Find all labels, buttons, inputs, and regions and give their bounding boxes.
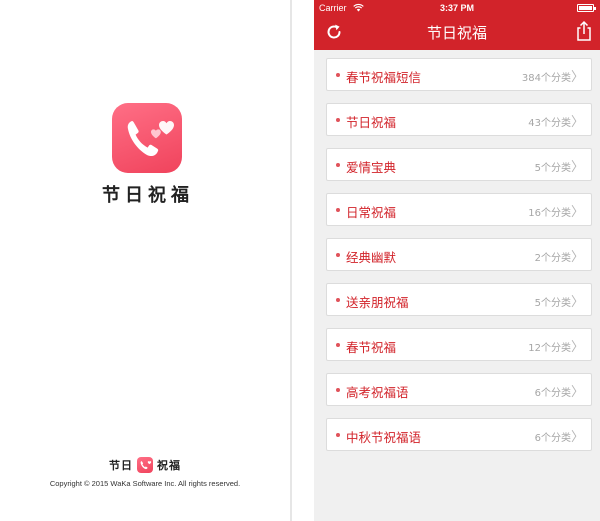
category-row[interactable]: 中秋节祝福语 6个分类 〉 xyxy=(326,418,592,451)
category-row[interactable]: 日常祝福 16个分类 〉 xyxy=(326,193,592,226)
footer-logo-right: 祝福 xyxy=(157,459,181,472)
chevron-right-icon: 〉 xyxy=(570,430,584,445)
battery-icon xyxy=(577,4,596,12)
category-row[interactable]: 高考祝福语 6个分类 〉 xyxy=(326,373,592,406)
app-name: 节日祝福 xyxy=(102,185,194,206)
category-count: 384个分类 xyxy=(521,73,571,84)
category-row[interactable]: 经典幽默 2个分类 〉 xyxy=(326,238,592,271)
category-count: 5个分类 xyxy=(534,163,571,174)
category-title: 春节祝福短信 xyxy=(346,70,422,85)
status-bar: Carrier 3:37 PM xyxy=(314,0,600,16)
category-title: 爱情宝典 xyxy=(346,160,397,175)
chevron-right-icon: 〉 xyxy=(570,115,584,130)
category-count: 2个分类 xyxy=(534,253,571,264)
bullet-dot xyxy=(336,73,340,77)
category-title: 春节祝福 xyxy=(346,340,397,355)
copyright-text: Copyright © 2015 WaKa Software Inc. All … xyxy=(49,479,241,488)
category-row[interactable]: 送亲朋祝福 5个分类 〉 xyxy=(326,283,592,316)
bullet-dot xyxy=(336,388,340,392)
bullet-dot xyxy=(336,163,340,167)
category-list: 春节祝福短信 384个分类 〉 节日祝福 43个分类 〉 爱情宝典 5个分类 〉… xyxy=(326,58,592,463)
bullet-dot xyxy=(336,208,340,212)
chevron-right-icon: 〉 xyxy=(570,70,584,85)
category-count: 43个分类 xyxy=(528,118,571,129)
page-title: 节日祝福 xyxy=(426,24,487,42)
footer-logo: 节日 祝福 xyxy=(0,456,290,474)
chevron-right-icon: 〉 xyxy=(570,250,584,265)
chevron-right-icon: 〉 xyxy=(570,205,584,220)
share-icon xyxy=(577,20,591,41)
clock: 3:37 PM xyxy=(439,3,474,13)
navigation-bar: Carrier 3:37 PM 节日祝福 xyxy=(314,0,600,50)
category-title: 节日祝福 xyxy=(346,115,397,130)
chevron-right-icon: 〉 xyxy=(570,295,584,310)
category-title: 经典幽默 xyxy=(346,250,397,265)
category-count: 12个分类 xyxy=(528,343,571,354)
app-screen: Carrier 3:37 PM 节日祝福 春节祝福短信 384个分类 〉 节日祝… xyxy=(314,0,600,521)
chevron-right-icon: 〉 xyxy=(570,340,584,355)
phone-heart-icon xyxy=(127,120,174,157)
bullet-dot xyxy=(336,433,340,437)
category-row[interactable]: 节日祝福 43个分类 〉 xyxy=(326,103,592,136)
share-button[interactable] xyxy=(574,20,594,42)
bullet-dot xyxy=(336,253,340,257)
category-count: 6个分类 xyxy=(534,433,571,444)
bullet-dot xyxy=(336,118,340,122)
category-count: 6个分类 xyxy=(534,388,571,399)
app-icon xyxy=(112,103,182,173)
footer-logo-left: 节日 xyxy=(109,459,133,472)
bullet-dot xyxy=(336,343,340,347)
category-row[interactable]: 爱情宝典 5个分类 〉 xyxy=(326,148,592,181)
category-row[interactable]: 春节祝福短信 384个分类 〉 xyxy=(326,58,592,91)
category-title: 高考祝福语 xyxy=(346,385,409,400)
category-row[interactable]: 春节祝福 12个分类 〉 xyxy=(326,328,592,361)
splash-screen: 节日祝福 节日 祝福 Copyright © 2015 WaKa Softwar… xyxy=(0,0,290,521)
category-count: 5个分类 xyxy=(534,298,571,309)
category-title: 日常祝福 xyxy=(346,205,397,220)
chevron-right-icon: 〉 xyxy=(570,160,584,175)
screen-divider xyxy=(290,0,292,521)
bullet-dot xyxy=(336,298,340,302)
chevron-right-icon: 〉 xyxy=(570,385,584,400)
screen-gap xyxy=(290,0,314,521)
category-count: 16个分类 xyxy=(528,208,571,219)
category-title: 送亲朋祝福 xyxy=(346,295,409,310)
category-title: 中秋节祝福语 xyxy=(346,430,422,445)
mini-app-icon xyxy=(137,457,153,473)
